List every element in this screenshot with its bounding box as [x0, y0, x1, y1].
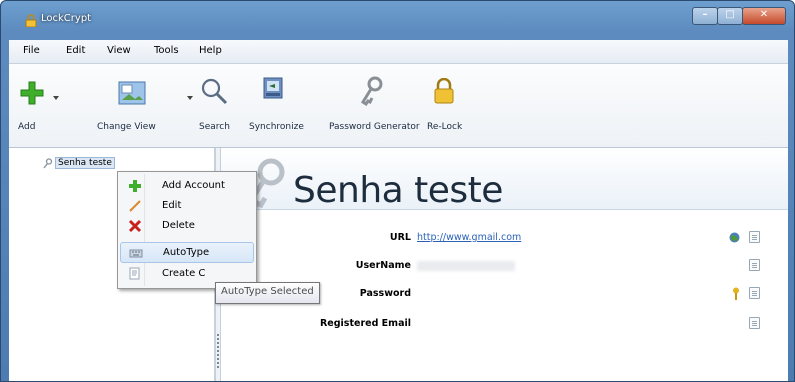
menu-bar: File Edit View Tools Help — [9, 40, 788, 64]
maximize-button[interactable]: □ — [717, 7, 743, 25]
detail-pane: Senha teste URL http://www.gmail.com Use… — [221, 148, 788, 381]
splitter-grip-icon[interactable] — [217, 334, 219, 370]
title-bar[interactable]: LockCrypt – □ ✕ — [1, 1, 794, 41]
padlock-icon — [434, 78, 454, 104]
account-key-icon — [43, 157, 53, 168]
minimize-icon: – — [702, 9, 708, 20]
keyboard-icon — [129, 249, 143, 258]
menu-help[interactable]: Help — [199, 45, 222, 56]
relock-button[interactable]: Re-Lock — [419, 70, 469, 140]
search-button[interactable]: Search — [195, 70, 235, 140]
ctx-autotype[interactable]: AutoType — [120, 242, 254, 263]
account-title: Senha teste — [293, 170, 503, 211]
ctx-add-account[interactable]: Add Account — [120, 176, 254, 197]
ctx-delete-label: Delete — [162, 220, 195, 231]
ctx-edit-label: Edit — [162, 200, 182, 211]
copy-password-icon[interactable] — [749, 287, 760, 299]
url-link[interactable]: http://www.gmail.com — [417, 232, 521, 243]
autotype-tooltip: AutoType Selected — [215, 282, 320, 304]
username-label: UserName — [355, 260, 411, 271]
maximize-icon: □ — [725, 9, 735, 20]
window-title: LockCrypt — [41, 13, 92, 24]
relock-label: Re-Lock — [427, 122, 463, 132]
username-value-redacted — [417, 261, 515, 271]
ctx-delete[interactable]: Delete — [120, 216, 254, 237]
ctx-autotype-label: AutoType — [163, 247, 210, 258]
registered-email-label: Registered Email — [319, 318, 411, 329]
password-generator-button[interactable]: Password Generator — [323, 70, 420, 140]
app-window: LockCrypt – □ ✕ File Edit View Tools Hel… — [0, 0, 795, 382]
context-menu: Add Account Edit Delete AutoType Create … — [117, 171, 257, 289]
synchronize-icon — [263, 77, 283, 99]
change-view-dropdown-arrow-icon[interactable] — [187, 96, 193, 100]
add-dropdown-arrow-icon[interactable] — [53, 96, 59, 100]
search-label: Search — [199, 122, 230, 132]
pencil-icon — [129, 200, 141, 212]
menu-view[interactable]: View — [107, 45, 131, 56]
ctx-add-account-label: Add Account — [162, 180, 225, 191]
reveal-password-key-icon[interactable] — [732, 287, 740, 300]
ctx-create-copy-label: Create C — [162, 268, 206, 279]
delete-x-icon — [128, 219, 142, 233]
lock-app-icon — [25, 14, 37, 27]
magnifier-icon — [201, 78, 228, 105]
synchronize-label: Synchronize — [249, 122, 304, 132]
synchronize-button[interactable]: Synchronize — [245, 70, 315, 140]
globe-icon[interactable] — [729, 232, 740, 243]
close-button[interactable]: ✕ — [742, 7, 786, 25]
url-label: URL — [389, 232, 411, 243]
minimize-button[interactable]: – — [692, 7, 718, 25]
copy-url-icon[interactable] — [749, 231, 760, 243]
change-view-icon — [118, 81, 146, 105]
change-view-button[interactable]: Change View — [87, 70, 193, 140]
tree-item-senha-teste[interactable]: Senha teste — [43, 157, 115, 169]
detail-header: Senha teste — [221, 148, 788, 211]
menu-tools[interactable]: Tools — [154, 45, 179, 56]
copy-email-icon[interactable] — [749, 317, 760, 329]
menu-file[interactable]: File — [23, 45, 40, 56]
ctx-edit[interactable]: Edit — [120, 196, 254, 217]
plus-icon — [20, 81, 44, 105]
copy-username-icon[interactable] — [749, 259, 760, 271]
tree-item-label: Senha teste — [55, 157, 115, 169]
change-view-label: Change View — [97, 122, 156, 132]
window-controls: – □ ✕ — [692, 7, 786, 25]
password-generator-label: Password Generator — [329, 122, 420, 132]
key-icon — [360, 76, 383, 106]
add-account-plus-icon — [129, 180, 141, 192]
add-button[interactable]: Add — [13, 70, 73, 140]
create-copy-icon — [129, 267, 140, 280]
toolbar: Add Change View Search Synchronize Passw… — [9, 64, 788, 148]
menu-edit[interactable]: Edit — [66, 45, 85, 56]
add-label: Add — [18, 122, 36, 132]
close-icon: ✕ — [759, 9, 769, 20]
